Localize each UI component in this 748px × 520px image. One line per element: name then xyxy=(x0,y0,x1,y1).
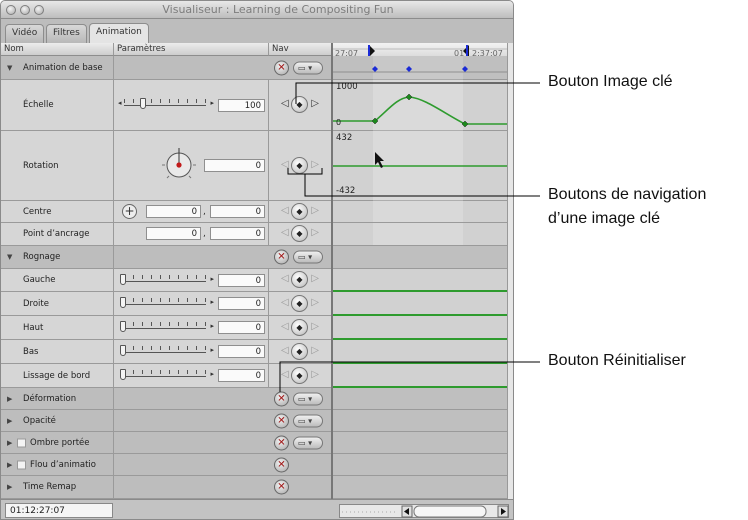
callout-nav-buttons-line1: Boutons de navigation xyxy=(548,186,707,203)
callout-nav-buttons-line2: d’une image clé xyxy=(548,210,661,227)
callout-reset-button: Bouton Réinitialiser xyxy=(548,352,686,369)
callout-keyframe-button: Bouton Image clé xyxy=(548,73,673,90)
